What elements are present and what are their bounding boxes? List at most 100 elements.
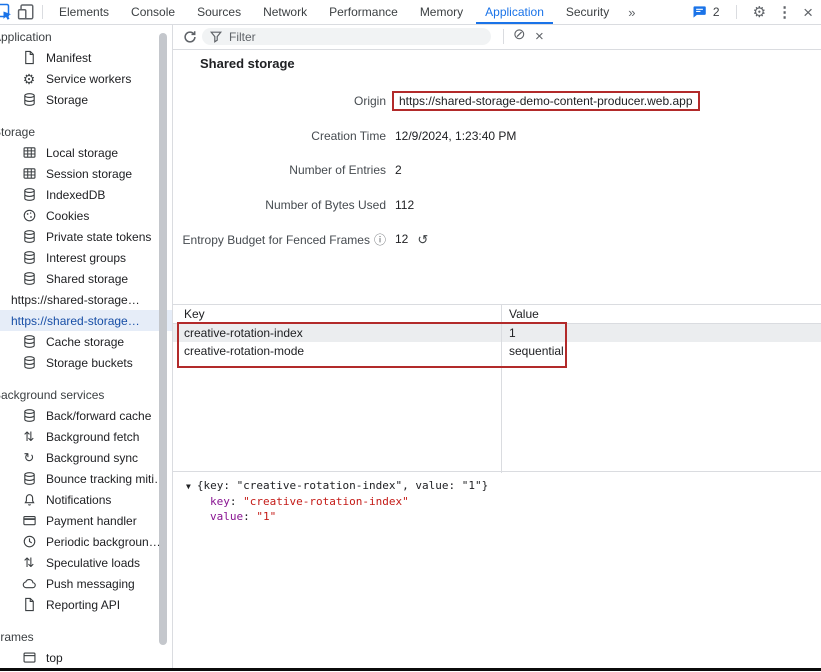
- column-header-key[interactable]: Key: [173, 305, 501, 323]
- tab-performance[interactable]: Performance: [320, 0, 407, 24]
- field-origin: Originhttps://shared-storage-demo-conten…: [173, 90, 821, 112]
- sidebar-item-back-forward-cache[interactable]: Back/forward cache: [0, 405, 172, 426]
- tab-memory[interactable]: Memory: [411, 0, 472, 24]
- sidebar-item-shared-storage[interactable]: Shared storage: [0, 268, 172, 289]
- field-value-wrap: 12 ↺: [395, 232, 428, 246]
- tab-sources[interactable]: Sources: [188, 0, 250, 24]
- field-label: Creation Time: [173, 129, 386, 143]
- section-title-background-services: Background services: [0, 386, 172, 405]
- sidebar-item-label: Background fetch: [46, 430, 139, 444]
- sidebar-scrollbar[interactable]: [159, 33, 167, 645]
- sidebar-item-cookies[interactable]: Cookies: [0, 205, 172, 226]
- sidebar-item-notifications[interactable]: Notifications: [0, 489, 172, 510]
- sidebar-item-manifest[interactable]: Manifest: [0, 47, 172, 68]
- tab-elements[interactable]: Elements: [50, 0, 118, 24]
- funnel-icon: [210, 31, 222, 43]
- reset-budget-icon[interactable]: ↺: [417, 233, 428, 246]
- grid-empty-area: [173, 360, 821, 473]
- cookie-icon: [21, 208, 37, 224]
- sidebar-item-storage-buckets[interactable]: Storage buckets: [0, 352, 172, 373]
- sidebar-item-interest-groups[interactable]: Interest groups: [0, 247, 172, 268]
- entry-preview-pane: ▼ {key: "creative-rotation-index", value…: [173, 471, 821, 668]
- settings-gear-icon[interactable]: ⚙: [753, 5, 766, 20]
- tab-application[interactable]: Application: [476, 0, 553, 24]
- delete-selected-button[interactable]: ×: [535, 27, 544, 47]
- sidebar-item-https-shared-storage-8[interactable]: https://shared-storage…: [0, 310, 172, 331]
- sidebar-item-background-fetch[interactable]: ⇅ Background fetch: [0, 426, 172, 447]
- table-row-creative-rotation-index[interactable]: creative-rotation-index1: [173, 324, 821, 342]
- card-icon: [21, 513, 37, 529]
- grid-icon: [21, 166, 37, 182]
- sidebar-item-indexeddb[interactable]: IndexedDB: [0, 184, 172, 205]
- sidebar-item-storage[interactable]: Storage: [0, 89, 172, 110]
- database-icon: [21, 229, 37, 245]
- sidebar-item-label: Session storage: [46, 167, 132, 181]
- sidebar-item-label: Speculative loads: [46, 556, 140, 570]
- refresh-icon[interactable]: [182, 29, 198, 45]
- field-number-of-bytes-used: Number of Bytes Used 112: [173, 194, 821, 216]
- shared-storage-panel: ⊘ × Shared storage Originhttps://shared-…: [173, 25, 821, 668]
- sidebar-item-periodic-backgroun[interactable]: Periodic backgroun…: [0, 531, 172, 552]
- device-toolbar-icon[interactable]: [15, 1, 37, 23]
- table-row-creative-rotation-mode[interactable]: creative-rotation-modesequential: [173, 342, 821, 360]
- devtools-tabbar: ElementsConsoleSourcesNetworkPerformance…: [0, 0, 821, 25]
- field-value-wrap: 2: [395, 163, 402, 177]
- sync-icon: ↻: [21, 450, 37, 466]
- field-value: 12: [395, 232, 408, 246]
- property-value: "creative-rotation-index": [243, 495, 409, 508]
- bell-icon: [21, 492, 37, 508]
- close-devtools-icon[interactable]: ×: [803, 4, 813, 21]
- database-icon: [21, 408, 37, 424]
- column-header-value[interactable]: Value: [501, 305, 821, 323]
- updown-icon: ⇅: [21, 429, 37, 445]
- annotation-box-origin: https://shared-storage-demo-content-prod…: [392, 91, 700, 111]
- sidebar-item-bounce-tracking-miti[interactable]: Bounce tracking miti…: [0, 468, 172, 489]
- sidebar-item-label: Storage: [46, 93, 88, 107]
- sidebar-item-service-workers[interactable]: ⚙Service workers: [0, 68, 172, 89]
- sidebar-item-https-shared-storage-7[interactable]: https://shared-storage…: [0, 289, 172, 310]
- sidebar-item-label: Notifications: [46, 493, 111, 507]
- preview-summary: ▼ {key: "creative-rotation-index", value…: [173, 478, 821, 494]
- expand-triangle-icon[interactable]: ▼: [186, 479, 191, 494]
- sidebar-item-speculative-loads[interactable]: ⇅ Speculative loads: [0, 552, 172, 573]
- field-label: Number of Bytes Used: [173, 198, 386, 212]
- info-icon[interactable]: ⓘ: [374, 233, 386, 247]
- issues-count: 2: [713, 5, 720, 19]
- field-entropy-budget-for-fenced-frames: Entropy Budget for Fenced Framesⓘ12↺: [173, 228, 821, 250]
- sidebar-item-reporting-api[interactable]: Reporting API: [0, 594, 172, 615]
- inspect-element-icon[interactable]: [0, 1, 15, 23]
- grid-header: Key Value: [173, 304, 821, 324]
- field-number-of-entries: Number of Entries2: [173, 159, 821, 181]
- sidebar-item-label: Interest groups: [46, 251, 126, 265]
- tab-console[interactable]: Console: [122, 0, 184, 24]
- sidebar-item-cache-storage[interactable]: Cache storage: [0, 331, 172, 352]
- sidebar-item-top[interactable]: top: [0, 647, 172, 668]
- sidebar-item-private-state-tokens[interactable]: Private state tokens: [0, 226, 172, 247]
- field-value-wrap: 112: [395, 198, 414, 212]
- sidebar-item-label: Cookies: [46, 209, 89, 223]
- tabbar-left-icons: [0, 1, 48, 23]
- clear-all-button[interactable]: ⊘: [513, 27, 526, 42]
- field-value: 2: [395, 163, 402, 177]
- page-title: Shared storage: [200, 56, 295, 71]
- tab-network[interactable]: Network: [254, 0, 316, 24]
- sidebar-item-push-messaging[interactable]: Push messaging: [0, 573, 172, 594]
- field-value: 12/9/2024, 1:23:40 PM: [395, 129, 516, 143]
- sidebar-item-local-storage[interactable]: Local storage: [0, 142, 172, 163]
- more-tabs-button[interactable]: »: [620, 5, 643, 20]
- metadata-report: Originhttps://shared-storage-demo-conten…: [173, 90, 821, 263]
- sidebar-item-payment-handler[interactable]: Payment handler: [0, 510, 172, 531]
- sidebar-item-background-sync[interactable]: ↻Background sync: [0, 447, 172, 468]
- field-value-wrap: 12/9/2024, 1:23:40 PM: [395, 129, 516, 143]
- issues-counter[interactable]: 2: [692, 4, 720, 20]
- filter-input[interactable]: [227, 29, 461, 45]
- sidebar-item-label: Service workers: [46, 72, 131, 86]
- tab-security[interactable]: Security: [557, 0, 618, 24]
- kebab-menu-icon[interactable]: ⋮: [777, 5, 792, 20]
- section-application: ApplicationManifest⚙Service workersStora…: [0, 28, 172, 110]
- updown-icon: ⇅: [21, 555, 37, 571]
- sidebar-item-session-storage[interactable]: Session storage: [0, 163, 172, 184]
- section-storage: StorageLocal storageSession storageIndex…: [0, 123, 172, 373]
- section-background-services: Background servicesBack/forward cache ⇅ Ba…: [0, 386, 172, 615]
- devtools-window: ElementsConsoleSourcesNetworkPerformance…: [0, 0, 821, 672]
